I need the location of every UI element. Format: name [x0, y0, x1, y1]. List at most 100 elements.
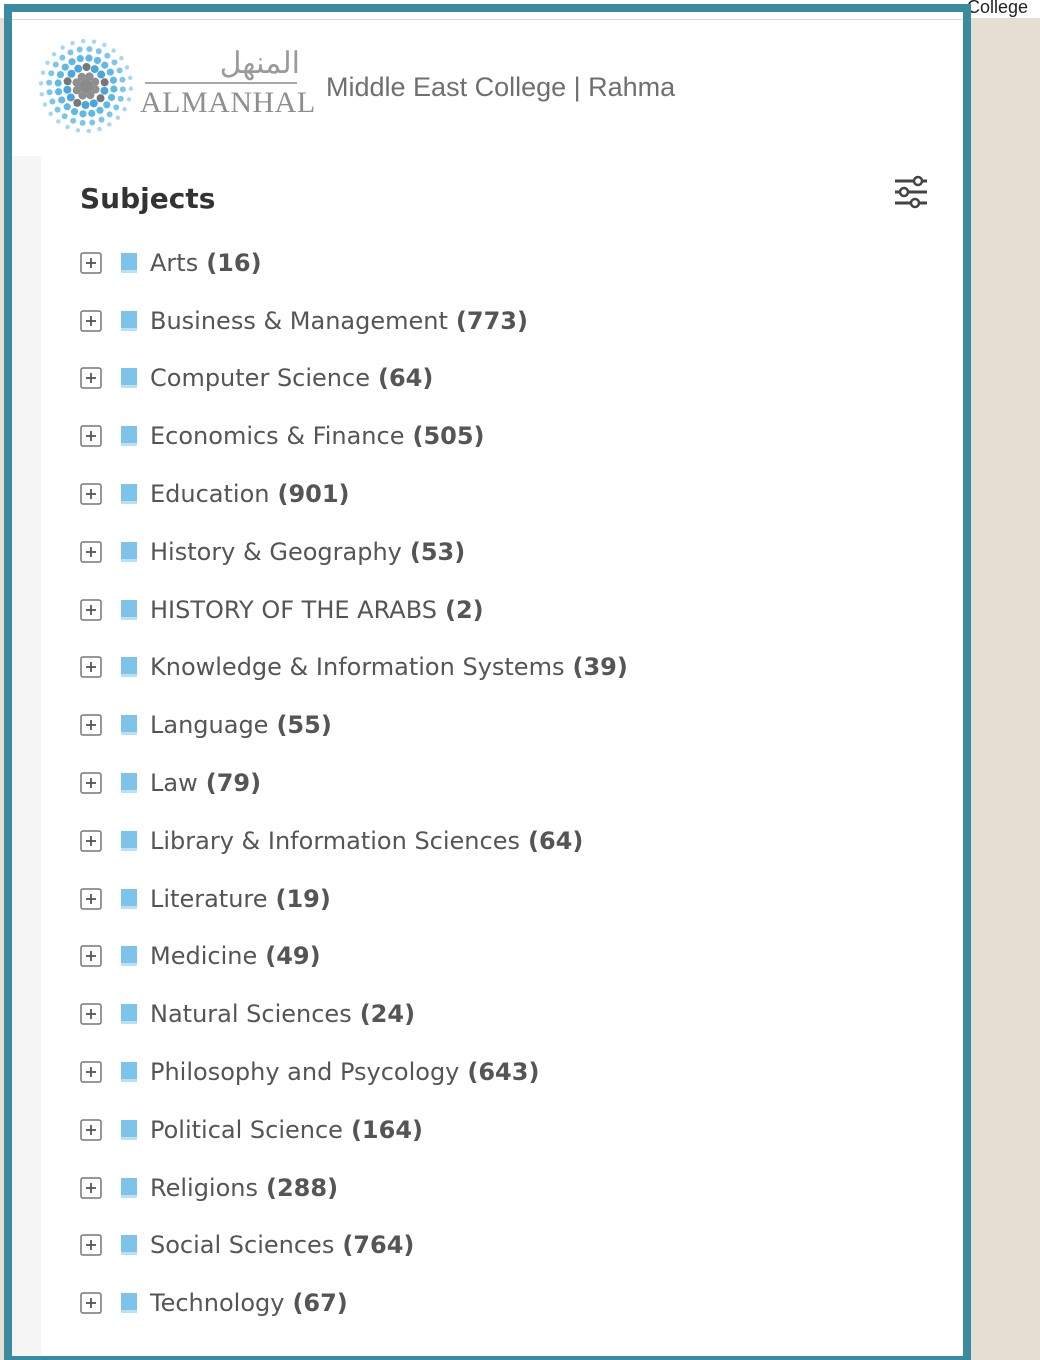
subject-item[interactable]: Technology (67): [80, 1274, 940, 1332]
subject-count: (901): [277, 480, 350, 509]
subject-name[interactable]: Economics & Finance: [150, 422, 404, 450]
expand-plus-icon[interactable]: [80, 309, 102, 332]
logo-arabic-text: المنهل: [219, 46, 300, 81]
expand-plus-icon[interactable]: [80, 945, 102, 968]
subject-name[interactable]: Language: [150, 711, 268, 739]
subject-count: (643): [467, 1058, 540, 1087]
subject-item[interactable]: Philosophy and Psycology (643): [80, 1043, 940, 1101]
expand-plus-icon[interactable]: [80, 1176, 102, 1199]
subject-count: (39): [572, 653, 628, 682]
book-icon: [121, 946, 137, 967]
book-icon: [121, 773, 137, 794]
subject-name[interactable]: Natural Sciences: [150, 1000, 352, 1028]
expand-plus-icon[interactable]: [80, 541, 102, 563]
subject-item[interactable]: Social Sciences (764): [80, 1217, 940, 1275]
subject-count: (53): [409, 537, 466, 566]
expand-plus-icon[interactable]: [80, 656, 102, 679]
background-college-text: College: [967, 0, 1029, 17]
sliders-icon: [895, 175, 927, 209]
filter-settings-button[interactable]: [891, 172, 931, 212]
subject-list: Arts (16) Business & Management (773) Comput…: [80, 234, 940, 1332]
header: المنهل ALMANHAL Middle East College | Ra…: [12, 19, 963, 157]
subject-count: (64): [527, 826, 584, 855]
book-icon: [121, 657, 137, 678]
subject-name[interactable]: Literature: [150, 885, 268, 913]
subject-count: (2): [444, 595, 484, 624]
almanhal-logo-icon[interactable]: [38, 36, 134, 136]
subject-item[interactable]: Knowledge & Information Systems (39): [80, 639, 940, 697]
subject-name[interactable]: Religions: [150, 1174, 258, 1202]
expand-plus-icon[interactable]: [80, 1003, 102, 1025]
subject-item[interactable]: Computer Science (64): [80, 350, 940, 408]
book-icon: [121, 599, 137, 620]
subject-item[interactable]: HISTORY OF THE ARABS (2): [80, 581, 940, 639]
subject-count: (288): [266, 1173, 339, 1202]
expand-plus-icon[interactable]: [80, 598, 102, 621]
book-icon: [121, 830, 137, 851]
subject-name[interactable]: Political Science: [150, 1116, 343, 1144]
institution-name: Middle East College | Rahma: [326, 72, 676, 102]
subject-name[interactable]: HISTORY OF THE ARABS: [150, 596, 437, 624]
subject-item[interactable]: Medicine (49): [80, 928, 940, 986]
subject-name[interactable]: Medicine: [150, 942, 257, 970]
book-icon: [121, 541, 137, 562]
expand-plus-icon[interactable]: [80, 887, 102, 910]
subject-name[interactable]: Business & Management: [150, 307, 448, 335]
book-icon: [121, 888, 137, 909]
expand-plus-icon[interactable]: [80, 367, 102, 390]
subject-item[interactable]: Arts (16): [80, 234, 940, 292]
book-icon: [121, 1119, 137, 1140]
subject-item[interactable]: Law (79): [80, 754, 940, 812]
subject-name[interactable]: Law: [150, 769, 198, 797]
book-icon: [121, 1177, 137, 1198]
expand-plus-icon[interactable]: [80, 1119, 102, 1141]
subject-name[interactable]: Computer Science: [150, 364, 370, 392]
subject-item[interactable]: Economics & Finance (505): [80, 407, 940, 465]
logo-latin-text: ALMANHAL: [140, 86, 316, 119]
subject-item[interactable]: Political Science (164): [80, 1101, 940, 1159]
subject-name[interactable]: Library & Information Sciences: [150, 827, 520, 855]
subject-name[interactable]: Technology: [150, 1289, 284, 1317]
subject-item[interactable]: Business & Management (773): [80, 292, 940, 350]
subject-item[interactable]: Religions (288): [80, 1159, 940, 1217]
book-icon: [121, 1293, 137, 1314]
subject-item[interactable]: Education (901): [80, 465, 940, 523]
subject-name[interactable]: Education: [150, 480, 269, 508]
book-icon: [121, 426, 137, 447]
subject-item[interactable]: History & Geography (53): [80, 523, 940, 581]
book-icon: [121, 252, 137, 273]
book-icon: [121, 368, 137, 389]
subject-count: (773): [455, 306, 528, 335]
expand-plus-icon[interactable]: [80, 483, 102, 505]
book-icon: [121, 1062, 137, 1083]
subject-item[interactable]: Library & Information Sciences (64): [80, 812, 940, 870]
expand-plus-icon[interactable]: [80, 714, 102, 737]
subject-name[interactable]: Knowledge & Information Systems: [150, 653, 564, 681]
subjects-title: Subjects: [80, 182, 216, 215]
subject-name[interactable]: History & Geography: [150, 538, 402, 566]
expand-plus-icon[interactable]: [80, 772, 102, 794]
expand-plus-icon[interactable]: [80, 1292, 102, 1314]
subject-item[interactable]: Language (55): [80, 696, 940, 754]
subject-count: (79): [205, 769, 262, 798]
expand-plus-icon[interactable]: [80, 1234, 102, 1257]
subject-count: (24): [359, 1000, 416, 1029]
book-icon: [121, 1004, 137, 1025]
subject-item[interactable]: Natural Sciences (24): [80, 985, 940, 1043]
subject-name[interactable]: Philosophy and Psycology: [150, 1058, 459, 1086]
subjects-panel: Subjects Arts (16) Business & Management (7…: [41, 156, 963, 1356]
expand-plus-icon[interactable]: [80, 252, 102, 274]
subject-count: (164): [350, 1115, 423, 1144]
expand-plus-icon[interactable]: [80, 830, 102, 852]
expand-plus-icon[interactable]: [80, 425, 102, 448]
subject-name[interactable]: Arts: [150, 249, 198, 277]
expand-plus-icon[interactable]: [80, 1061, 102, 1083]
subject-count: (55): [276, 711, 332, 740]
subject-count: (16): [206, 248, 262, 277]
almanhal-window: المنهل ALMANHAL Middle East College | Ra…: [4, 4, 971, 1360]
subject-count: (19): [275, 884, 331, 913]
subject-item[interactable]: Literature (19): [80, 870, 940, 928]
subject-count: (67): [292, 1289, 348, 1318]
subject-name[interactable]: Social Sciences: [150, 1231, 334, 1259]
book-icon: [121, 1235, 137, 1256]
